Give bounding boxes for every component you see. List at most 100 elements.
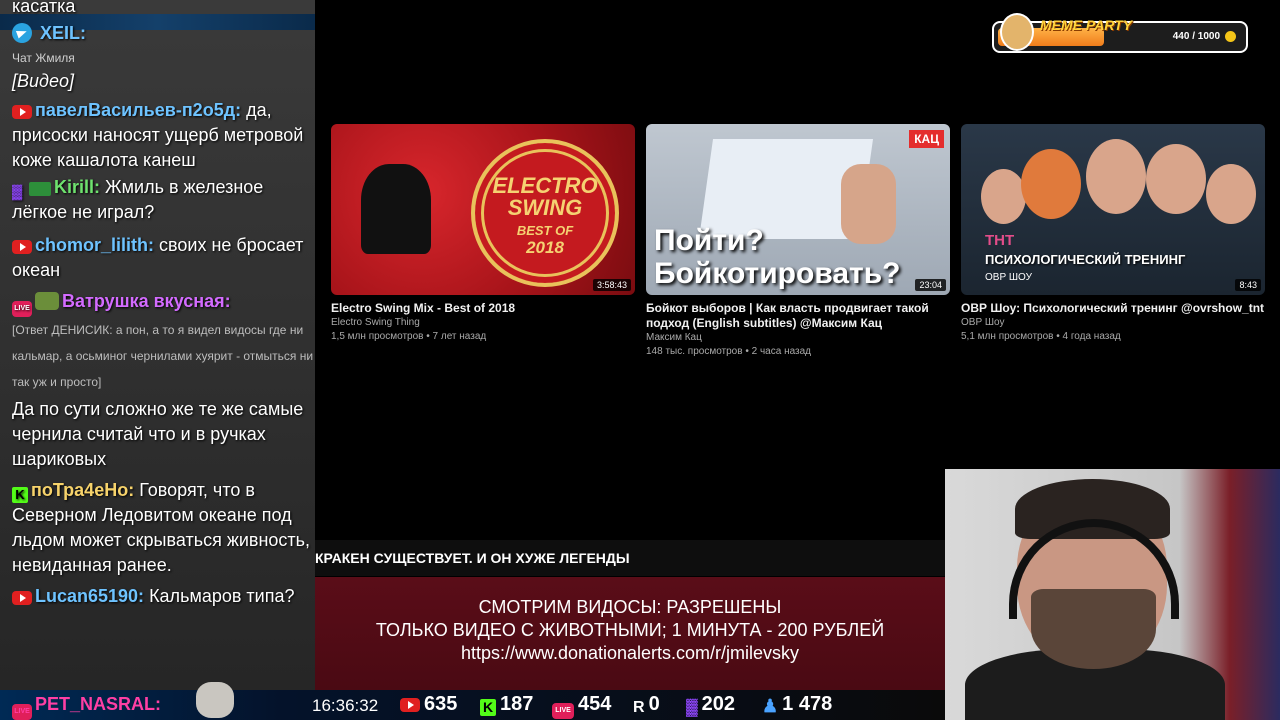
chat-message: KпоТра4еНо: Говорят, что в Северном Ледо…	[12, 478, 315, 578]
meme-party-title: MEME PARTY	[1040, 17, 1133, 33]
thumb-seal: ELECTRO SWING BEST OF 2018	[471, 139, 619, 287]
channel-badge: КАЦ	[909, 130, 944, 148]
youtube-icon	[12, 240, 32, 254]
meme-party-count: 440 / 1000	[1172, 31, 1220, 42]
chat-messages: касатка XEIL: Чат Жмиля [Видео] павелВас…	[0, 0, 315, 609]
twitch-icon: ▓	[686, 699, 698, 716]
vk-live-icon: LIVE	[12, 704, 32, 720]
chat-message: павелВасильев-п2о5д: да, присоски нанося…	[12, 98, 315, 173]
video-card[interactable]: ELECTRO SWING BEST OF 2018 3:58:43 Elect…	[331, 124, 635, 344]
video-title[interactable]: Бойкот выборов | Как власть продвигает т…	[646, 301, 950, 331]
youtube-viewers: 635	[400, 693, 457, 716]
chat-message: XEIL:	[12, 21, 315, 46]
chat-nick: XEIL:	[40, 23, 87, 43]
rutube-viewers: R0	[633, 693, 660, 717]
chat-nick: Kirill:	[54, 177, 101, 197]
banner-line: ТОЛЬКО ВИДЕО С ЖИВОТНЫМИ; 1 МИНУТА - 200…	[375, 620, 885, 640]
donation-banner: СМОТРИМ ВИДОСЫ: РАЗРЕШЕНЫ ТОЛЬКО ВИДЕО С…	[315, 577, 945, 690]
video-duration: 23:04	[915, 279, 946, 291]
tnt-logo-text: ТНТ	[985, 232, 1015, 249]
video-card[interactable]: КАЦ Пойти? Бойкотировать? 23:04 Бойкот в…	[646, 124, 950, 359]
kick-icon: K	[480, 699, 496, 716]
youtube-icon	[400, 698, 420, 712]
telegram-icon	[12, 23, 32, 43]
total-count: 1 478	[782, 693, 833, 715]
cat-emote-icon	[196, 682, 234, 718]
video-thumbnail[interactable]: ELECTRO SWING BEST OF 2018 3:58:43	[331, 124, 635, 295]
video-channel[interactable]: ОВР Шоу	[961, 316, 1265, 330]
chat-message: ▓ Kirill: Жмиль в железное лёгкое не игра…	[12, 175, 315, 225]
video-thumbnail[interactable]: ТНТ ПСИХОЛОГИЧЕСКИЙ ТРЕНИНГ ОВР ШОУ 8:43	[961, 124, 1265, 295]
chat-line: касатка	[12, 0, 315, 19]
banner-link[interactable]: https://www.donationalerts.com/r/jmilevs…	[315, 642, 945, 665]
chat-source: Чат Жмиля	[12, 51, 75, 65]
chat-line: Да по сути сложно же те же самые чернила…	[12, 399, 304, 469]
emote-icon	[35, 292, 59, 310]
person-icon: ♟	[762, 696, 779, 716]
chat-nick: Ватрушка вкусная:	[62, 291, 231, 311]
seal-text: SWING	[507, 195, 583, 220]
chat-nick: chomor_lilith:	[35, 235, 155, 255]
chat-panel: касатка XEIL: Чат Жмиля [Видео] павелВас…	[0, 0, 315, 690]
thumb-face	[1206, 164, 1256, 224]
chat-message: chomor_lilith: своих не бросает океан	[12, 233, 315, 283]
tnt-logo: ТНТ	[985, 232, 1014, 249]
video-card[interactable]: ТНТ ПСИХОЛОГИЧЕСКИЙ ТРЕНИНГ ОВР ШОУ 8:43…	[961, 124, 1265, 344]
rutube-icon: R	[633, 699, 645, 716]
chat-text: Кальмаров типа?	[144, 586, 295, 606]
thumb-face	[981, 169, 1026, 224]
chat-message: Lucan65190: Кальмаров типа?	[12, 584, 315, 609]
total-viewers: ♟ 1 478	[762, 693, 832, 717]
video-channel[interactable]: Максим Кац	[646, 331, 950, 345]
chat-reply: [Ответ ДЕНИСИК: а пон, а то я видел видо…	[12, 323, 314, 389]
kick-count: 187	[500, 693, 534, 715]
youtube-icon	[12, 105, 32, 119]
last-chat-nick: PET_NASRAL:	[35, 694, 162, 714]
webcam-feed	[945, 469, 1280, 720]
thumb-face	[1021, 149, 1081, 219]
video-meta: 1,5 млн просмотров • 7 лет назад	[331, 331, 487, 342]
banner-line: СМОТРИМ ВИДОСЫ: РАЗРЕШЕНЫ	[478, 597, 782, 617]
seal-text: BEST OF	[516, 223, 574, 238]
chat-nick: поТра4еНо:	[31, 480, 135, 500]
vk-live-icon: LIVE	[12, 301, 32, 317]
twitch-viewers: ▓ 202	[686, 693, 735, 717]
vk-count: 454	[578, 693, 612, 715]
video-duration: 3:58:43	[592, 279, 631, 291]
money-emote-icon	[29, 182, 51, 196]
chat-message: LIVE Ватрушка вкусная:	[12, 289, 315, 317]
chat-nick: Lucan65190:	[35, 586, 145, 606]
video-meta: 5,1 млн просмотров • 4 года назад	[961, 331, 1121, 342]
thumb-text: Пойти? Бойкотировать?	[654, 224, 901, 290]
thumb-face	[1086, 139, 1146, 214]
doge-icon	[1000, 13, 1034, 51]
thumb-face	[1146, 144, 1206, 214]
vk-live-icon: LIVE	[552, 703, 574, 719]
rutube-count: 0	[648, 693, 660, 715]
video-headline: КРАКЕН СУЩЕСТВУЕТ. И ОН ХУЖЕ ЛЕГЕНДЫ	[315, 540, 945, 576]
video-title[interactable]: ОВР Шоу: Психологический тренинг @ovrsho…	[961, 301, 1265, 316]
stream-stats-bar: LIVE PET_NASRAL: 16:36:32 635 K 187 LIVE 45…	[0, 682, 945, 720]
video-title[interactable]: Electro Swing Mix - Best of 2018	[331, 301, 635, 316]
clock: 16:36:32	[312, 696, 379, 715]
chat-video-placeholder: [Видео]	[12, 71, 74, 91]
kick-icon: K	[12, 487, 28, 503]
thumb-figure	[361, 164, 431, 254]
video-meta: 148 тыс. просмотров • 2 часа назад	[646, 346, 812, 357]
video-thumbnail[interactable]: КАЦ Пойти? Бойкотировать? 23:04	[646, 124, 950, 295]
chat-text: касатка	[12, 0, 76, 16]
coin-icon	[1225, 31, 1236, 42]
kick-viewers: K 187	[480, 693, 533, 716]
chat-nick: LIVE PET_NASRAL:	[12, 694, 161, 720]
video-channel[interactable]: Electro Swing Thing	[331, 316, 635, 330]
seal-text: 2018	[526, 238, 564, 257]
vk-viewers: LIVE 454	[552, 693, 611, 719]
twitch-icon: ▓	[12, 183, 23, 199]
twitch-count: 202	[701, 693, 736, 715]
youtube-icon	[12, 591, 32, 605]
thumb-text: ПСИХОЛОГИЧЕСКИЙ ТРЕНИНГ	[985, 252, 1186, 267]
meme-party-widget: MEME PARTY 440 / 1000	[992, 13, 1248, 53]
video-duration: 8:43	[1235, 279, 1261, 291]
youtube-count: 635	[424, 693, 458, 715]
thumb-subtext: ОВР ШОУ	[985, 272, 1032, 283]
